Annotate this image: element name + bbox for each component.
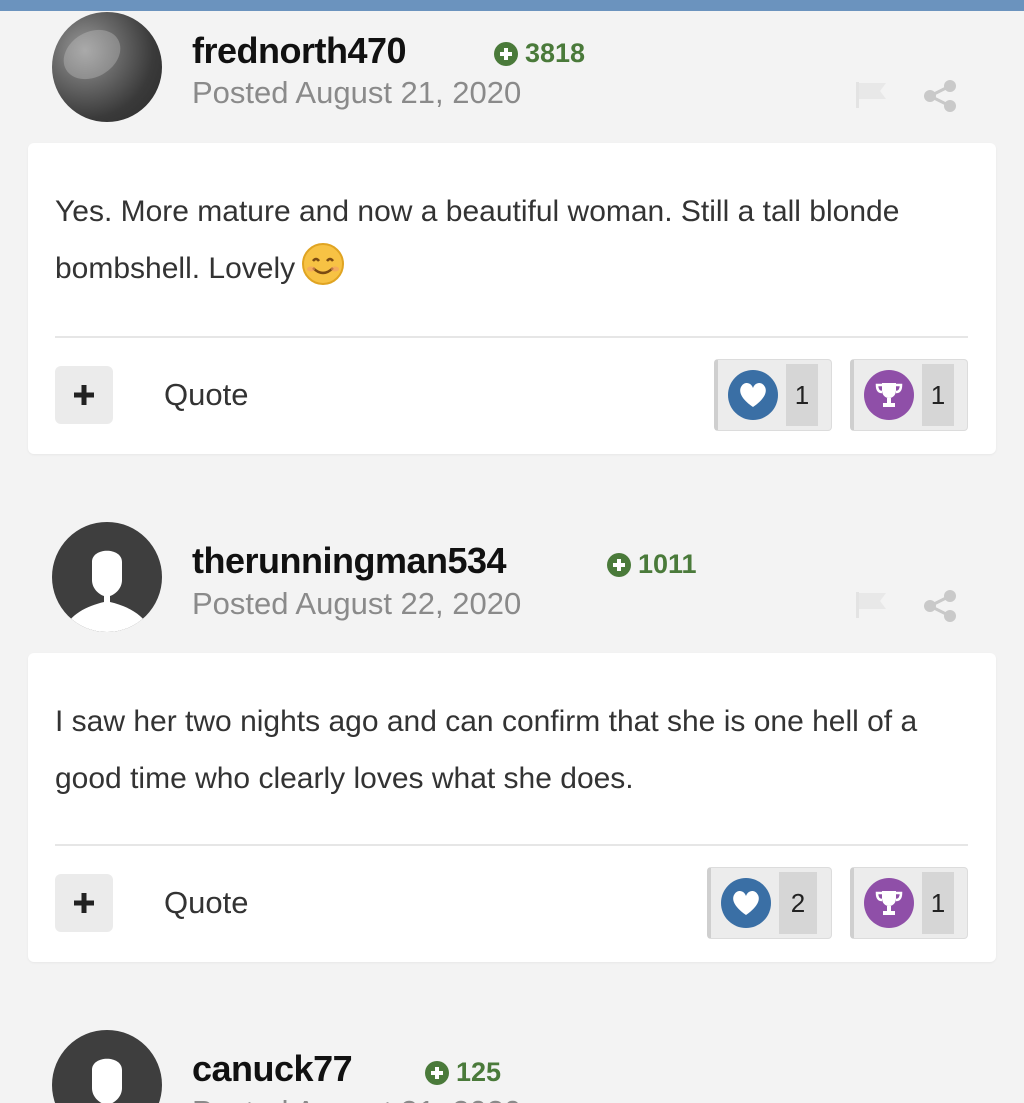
trophy-icon bbox=[864, 370, 914, 420]
reputation-badge: 125 bbox=[424, 1057, 501, 1088]
flag-icon[interactable] bbox=[854, 590, 890, 620]
reputation-count: 1011 bbox=[638, 549, 697, 579]
post-body: Yes. More mature and now a beautiful wom… bbox=[55, 183, 956, 297]
quote-button[interactable]: Quote bbox=[164, 377, 248, 413]
post-content-card: I saw her two nights ago and can confirm… bbox=[28, 653, 996, 962]
avatar[interactable] bbox=[52, 1030, 162, 1103]
divider bbox=[55, 844, 968, 846]
share-icon[interactable] bbox=[922, 80, 958, 112]
reputation-count: 3818 bbox=[525, 38, 586, 68]
posted-date: Posted August 21, 2020 bbox=[192, 1094, 521, 1103]
avatar[interactable] bbox=[52, 522, 162, 632]
top-bar bbox=[0, 0, 1024, 11]
default-avatar-icon bbox=[92, 1058, 122, 1103]
like-count: 2 bbox=[779, 872, 817, 934]
like-reaction[interactable]: 1 bbox=[714, 359, 832, 431]
posted-date: Posted August 21, 2020 bbox=[192, 75, 522, 110]
trophy-icon bbox=[864, 878, 914, 928]
heart-icon bbox=[721, 878, 771, 928]
author-name[interactable]: therunningman534 bbox=[192, 540, 507, 582]
trophy-count: 1 bbox=[922, 364, 954, 426]
heart-icon bbox=[728, 370, 778, 420]
plus-icon bbox=[74, 893, 94, 913]
avatar[interactable] bbox=[52, 12, 162, 122]
reputation-plus-icon bbox=[425, 1060, 449, 1085]
trophy-count: 1 bbox=[922, 872, 954, 934]
author-name[interactable]: canuck77 bbox=[192, 1048, 353, 1090]
author-name[interactable]: frednorth470 bbox=[192, 30, 407, 72]
post-content-card: Yes. More mature and now a beautiful wom… bbox=[28, 143, 996, 454]
reputation-badge: 3818 bbox=[493, 38, 585, 69]
reputation-plus-icon bbox=[607, 552, 631, 577]
like-reaction[interactable]: 2 bbox=[707, 867, 832, 939]
plus-icon bbox=[74, 385, 94, 405]
default-avatar-icon bbox=[62, 550, 152, 632]
divider bbox=[55, 336, 968, 338]
share-icon[interactable] bbox=[922, 590, 958, 622]
flag-icon[interactable] bbox=[854, 80, 890, 110]
trophy-reaction[interactable]: 1 bbox=[850, 359, 968, 431]
post-body: I saw her two nights ago and can confirm… bbox=[55, 705, 918, 795]
reputation-badge: 1011 bbox=[606, 549, 697, 580]
smile-emoji-icon bbox=[302, 243, 345, 285]
reputation-count: 125 bbox=[456, 1057, 502, 1087]
posted-date: Posted August 22, 2020 bbox=[192, 586, 522, 621]
reputation-plus-icon bbox=[494, 41, 518, 66]
trophy-reaction[interactable]: 1 bbox=[850, 867, 968, 939]
multiquote-button[interactable] bbox=[55, 366, 113, 424]
multiquote-button[interactable] bbox=[55, 874, 113, 932]
like-count: 1 bbox=[786, 364, 818, 426]
quote-button[interactable]: Quote bbox=[164, 885, 248, 921]
post-body-text: Yes. More mature and now a beautiful wom… bbox=[55, 195, 900, 285]
